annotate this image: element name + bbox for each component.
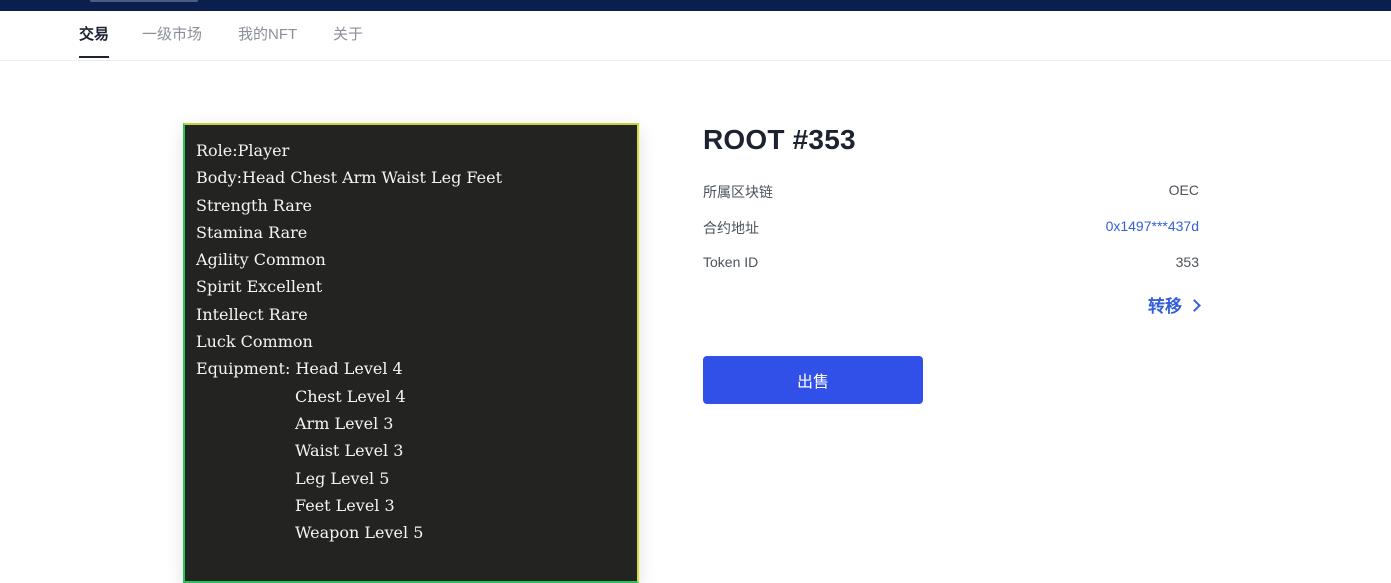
nft-equipment-line: Weapon Level 5 xyxy=(295,523,424,543)
header-stub xyxy=(90,0,198,2)
nft-equipment-line: Feet Level 3 xyxy=(295,495,395,515)
tab-my-nft[interactable]: 我的NFT xyxy=(238,11,297,58)
tab-trade[interactable]: 交易 xyxy=(79,11,110,58)
nft-attribute-line: Strength Rare xyxy=(196,195,312,215)
nft-attribute-line: Role:Player xyxy=(196,141,290,160)
tab-primary-market[interactable]: 一级市场 xyxy=(142,11,202,58)
chain-row: 所属区块链 OEC xyxy=(703,182,1199,202)
contract-label: 合约地址 xyxy=(703,220,759,236)
main-tabs: 交易 一级市场 我的NFT 关于 xyxy=(0,11,1391,61)
contract-row: 合约地址 0x1497***437d xyxy=(703,218,1199,238)
nft-equipment-line: Leg Level 5 xyxy=(295,468,390,488)
top-header-bar xyxy=(0,0,1391,11)
chain-label: 所属区块链 xyxy=(703,184,773,200)
nft-title: ROOT #353 xyxy=(703,124,856,155)
nft-attribute-line: Body:Head Chest Arm Waist Leg Feet xyxy=(196,168,503,188)
nft-attribute-line: Spirit Excellent xyxy=(196,277,323,297)
tab-about[interactable]: 关于 xyxy=(333,11,363,58)
transfer-label: 转移 xyxy=(1148,297,1182,316)
transfer-link[interactable]: 转移 xyxy=(1148,292,1201,317)
token-row: Token ID 353 xyxy=(703,254,1199,274)
nft-attribute-line: Agility Common xyxy=(196,250,326,270)
chevron-right-icon xyxy=(1188,298,1201,312)
nft-equipment-line: Waist Level 3 xyxy=(295,441,404,461)
chain-value: OEC xyxy=(1168,182,1199,198)
nft-attribute-list: Role:Player Body:Head Chest Arm Waist Le… xyxy=(196,137,502,546)
nft-equipment-line: Arm Level 3 xyxy=(295,413,394,433)
nft-equipment-line: Equipment: Head Level 4 xyxy=(196,359,403,379)
sell-button[interactable]: 出售 xyxy=(703,356,923,404)
nft-attribute-line: Luck Common xyxy=(196,332,313,352)
nft-equipment-line: Chest Level 4 xyxy=(295,386,406,406)
contract-address-link[interactable]: 0x1497***437d xyxy=(1106,218,1199,234)
nft-attribute-line: Stamina Rare xyxy=(196,222,308,242)
token-id-label: Token ID xyxy=(703,254,759,270)
nft-attribute-line: Intellect Rare xyxy=(196,304,308,324)
nft-image-card: Role:Player Body:Head Chest Arm Waist Le… xyxy=(183,123,639,583)
token-id-value: 353 xyxy=(1175,254,1199,270)
